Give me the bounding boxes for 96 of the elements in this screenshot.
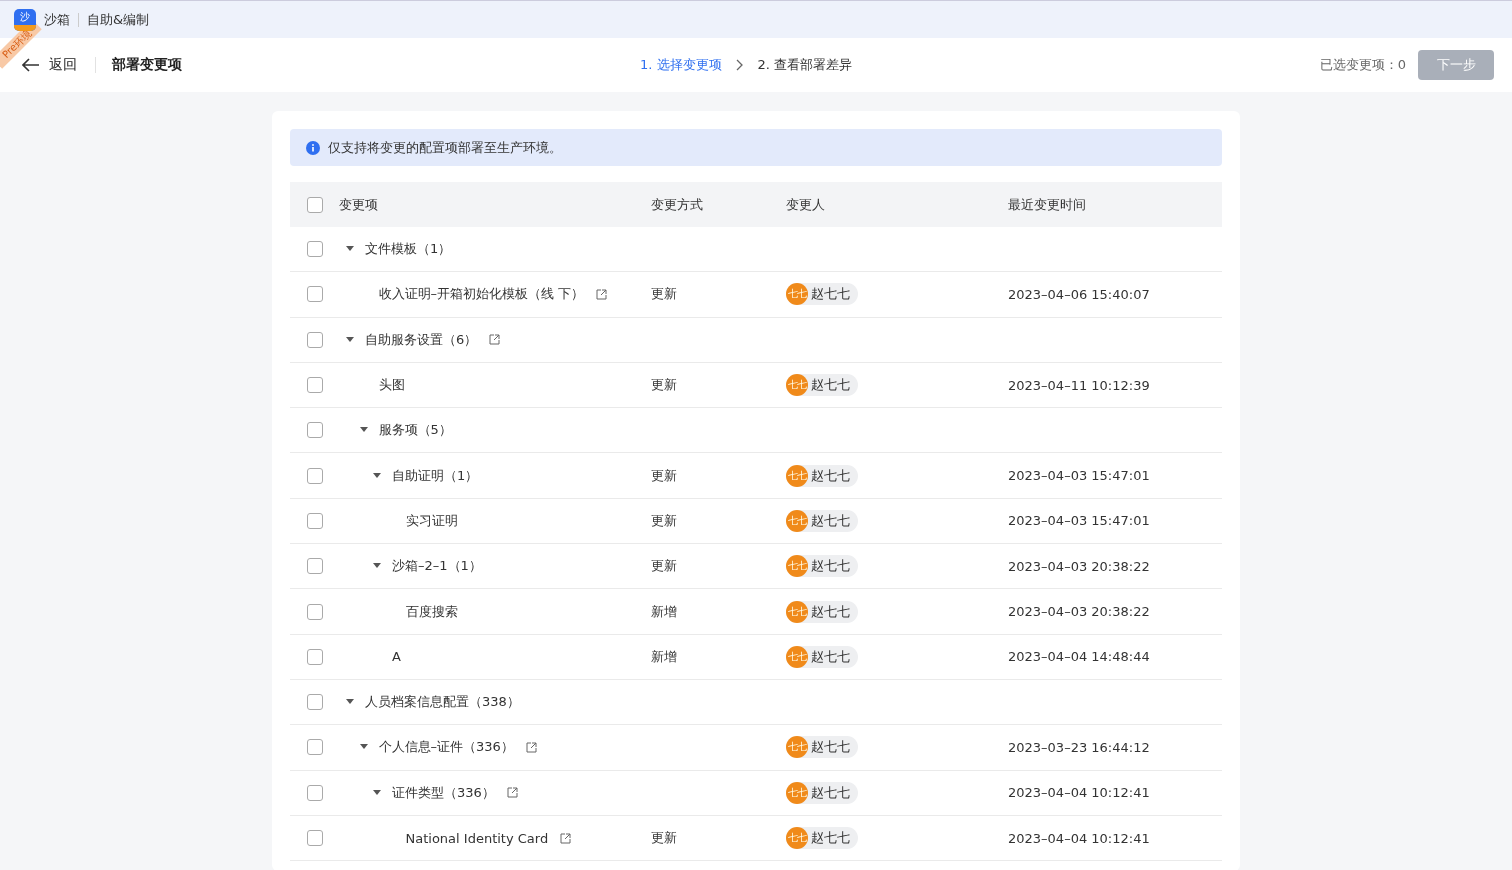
avatar: 七七 <box>786 781 808 804</box>
checkbox[interactable] <box>306 648 323 665</box>
item-name: 实习证明 <box>405 511 458 530</box>
change-time: 2023–04–03 15:47:01 <box>1008 513 1150 529</box>
page-title: 部署变更项 <box>112 56 182 74</box>
item-name: 头图 <box>378 376 405 395</box>
back-button[interactable]: 返回 <box>22 56 77 74</box>
user-name: 赵七七 <box>811 466 850 485</box>
change-time: 2023–03–23 16:44:12 <box>1008 739 1150 755</box>
checkbox[interactable] <box>306 196 323 213</box>
change-time: 2023–04–04 14:48:44 <box>1008 649 1150 665</box>
user-name: 赵七七 <box>811 376 850 395</box>
column-header: 变更方式 <box>651 196 703 212</box>
change-time: 2023–04–04 10:12:41 <box>1008 830 1150 846</box>
external-link-icon[interactable] <box>525 741 537 753</box>
checkbox[interactable] <box>306 241 323 258</box>
info-icon <box>306 140 320 155</box>
item-name: 沙箱–2–1（1） <box>392 557 482 576</box>
change-time: 2023–04–06 15:40:07 <box>1008 286 1150 302</box>
user-name: 赵七七 <box>811 557 850 576</box>
item-name: 自助证明（1） <box>392 466 479 485</box>
change-time: 2023–04–11 10:12:39 <box>1008 377 1150 393</box>
column-header: 最近变更时间 <box>1008 196 1086 212</box>
avatar: 七七 <box>786 827 808 849</box>
item-name: A <box>392 649 401 665</box>
checkbox[interactable] <box>306 784 323 801</box>
user-name: 赵七七 <box>811 647 850 666</box>
item-name: 个人信息–证件（336） <box>378 738 514 757</box>
selected-count: 已选变更项：0 <box>1319 56 1406 74</box>
notice-text: 仅支持将变更的配置项部署至生产环境。 <box>328 138 562 157</box>
change-time: 2023–04–03 15:47:01 <box>1008 468 1150 484</box>
step-tab[interactable]: 2. 查看部署差异 <box>757 56 853 74</box>
change-method: 新增 <box>651 603 677 619</box>
checkbox[interactable] <box>306 467 323 484</box>
avatar: 七七 <box>786 555 808 578</box>
change-method: 更新 <box>651 377 677 393</box>
caret-icon[interactable] <box>359 744 368 751</box>
item-name: 文件模板（1） <box>365 240 452 259</box>
item-name: 服务项（5） <box>378 421 452 440</box>
item-name: 证件类型（336） <box>392 783 495 802</box>
checkbox[interactable] <box>306 512 323 529</box>
caret-icon[interactable] <box>373 563 381 570</box>
change-method: 更新 <box>651 512 677 528</box>
user-name: 赵七七 <box>811 511 850 530</box>
item-name: 收入证明–开箱初始化模板（线 下） <box>378 285 585 304</box>
avatar: 七七 <box>786 509 808 532</box>
avatar: 七七 <box>786 464 808 487</box>
back-arrow-icon <box>22 58 40 72</box>
avatar: 七七 <box>786 645 808 668</box>
external-link-icon[interactable] <box>506 787 518 799</box>
checkbox[interactable] <box>306 830 323 846</box>
change-method: 新增 <box>651 648 677 664</box>
change-method: 更新 <box>651 467 677 483</box>
change-time: 2023–04–04 10:12:41 <box>1008 785 1150 801</box>
app-name: 沙箱 <box>44 10 70 29</box>
caret-icon[interactable] <box>359 427 368 434</box>
caret-icon[interactable] <box>346 246 354 253</box>
change-method: 更新 <box>651 286 677 302</box>
change-time: 2023–04–03 20:38:22 <box>1008 558 1150 574</box>
caret-icon[interactable] <box>346 699 354 706</box>
external-link-icon[interactable] <box>489 334 501 346</box>
module-name: 自助&编制 <box>87 10 150 29</box>
user-name: 赵七七 <box>811 602 850 621</box>
item-name: 百度搜索 <box>405 602 458 621</box>
change-method: 更新 <box>651 558 677 574</box>
caret-icon[interactable] <box>373 472 381 479</box>
user-name: 赵七七 <box>811 829 850 847</box>
app-logo-icon: 沙 <box>14 8 36 31</box>
caret-icon[interactable] <box>346 336 354 343</box>
avatar: 七七 <box>786 736 808 759</box>
checkbox[interactable] <box>306 603 323 620</box>
checkbox[interactable] <box>306 422 323 439</box>
checkbox[interactable] <box>306 331 323 348</box>
user-name: 赵七七 <box>811 285 850 304</box>
avatar: 七七 <box>786 600 808 623</box>
checkbox[interactable] <box>306 694 323 711</box>
avatar: 七七 <box>786 374 808 397</box>
caret-icon[interactable] <box>373 789 381 796</box>
checkbox[interactable] <box>306 286 323 303</box>
external-link-icon[interactable] <box>560 832 572 844</box>
user-name: 赵七七 <box>811 738 850 757</box>
chevron-icon <box>735 59 744 71</box>
user-name: 赵七七 <box>811 783 850 802</box>
avatar: 七七 <box>786 283 808 306</box>
item-name: 自助服务设置（6） <box>365 330 478 349</box>
checkbox[interactable] <box>306 739 323 756</box>
external-link-icon[interactable] <box>596 288 608 300</box>
item-name: National Identity Card <box>405 830 549 846</box>
change-time: 2023–04–03 20:38:22 <box>1008 604 1150 619</box>
change-method: 更新 <box>651 830 677 845</box>
column-header: 变更人 <box>786 196 825 212</box>
column-header: 变更项 <box>339 195 378 214</box>
checkbox[interactable] <box>306 377 323 394</box>
item-name: 人员档案信息配置（338） <box>365 693 520 712</box>
step-tab[interactable]: 1. 选择变更项 <box>640 56 722 74</box>
checkbox[interactable] <box>306 558 323 575</box>
